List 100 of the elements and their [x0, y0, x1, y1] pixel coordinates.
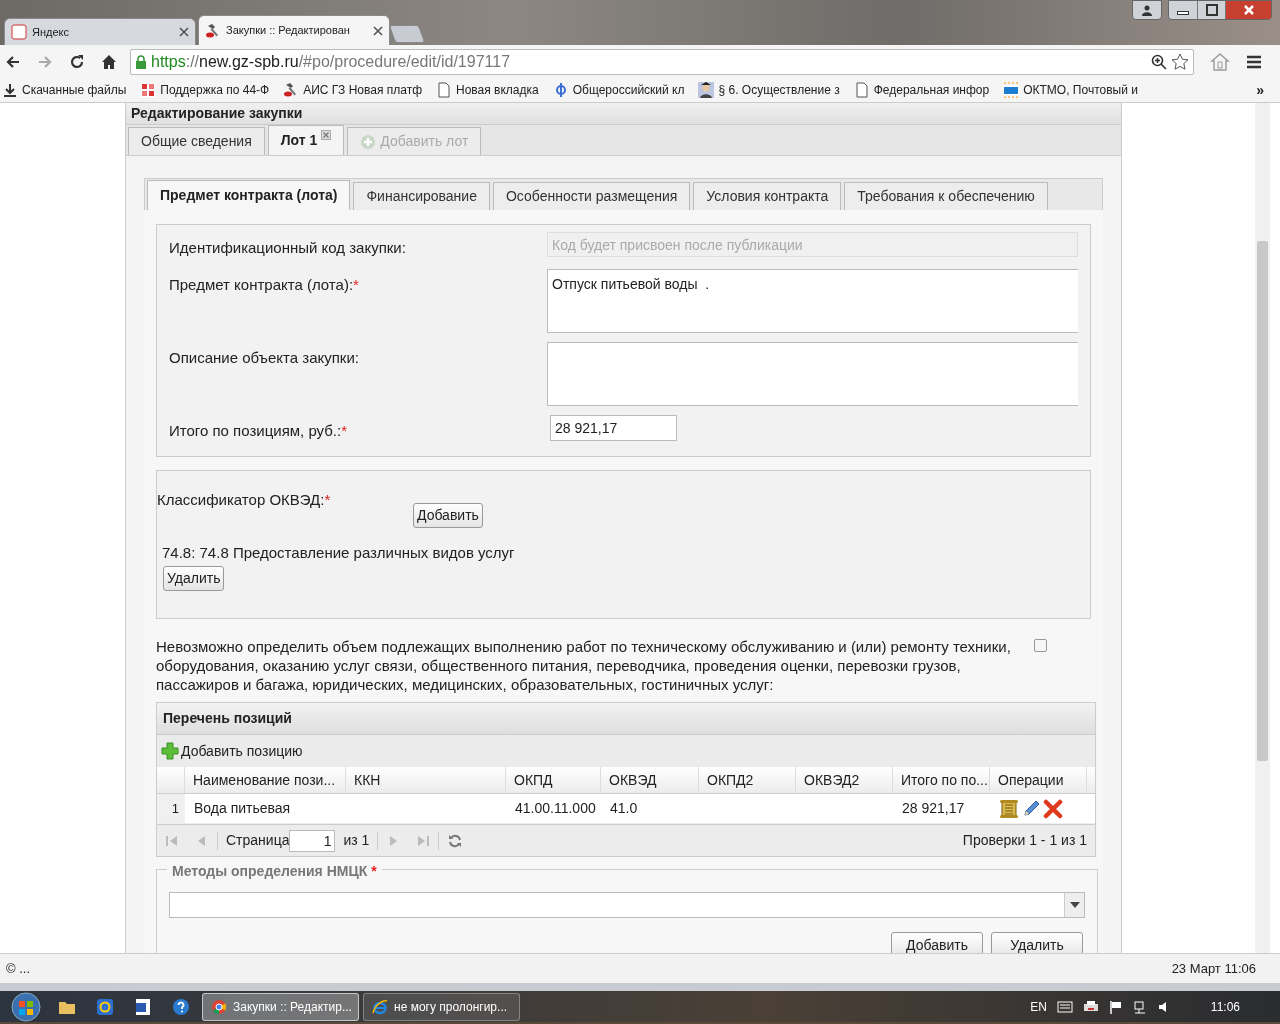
browser-tab[interactable]: Яндекс	[4, 18, 196, 45]
field-label: Итого по позициям, руб.:	[169, 420, 342, 441]
home-icon[interactable]	[101, 53, 117, 70]
page-number-field[interactable]: 1	[289, 829, 336, 852]
tab[interactable]: Особенности размещения	[492, 182, 691, 210]
network-icon[interactable]	[1132, 999, 1147, 1014]
dropdown-field[interactable]	[169, 892, 1085, 918]
browser-tab[interactable]: Закупки :: Редактирован	[198, 15, 390, 45]
keyboard-icon[interactable]	[1056, 999, 1073, 1014]
bookmark-item[interactable]: Поддержка по 44-Ф	[140, 81, 270, 99]
column-header[interactable]: Операции	[990, 767, 1087, 793]
tab[interactable]: Общие сведения	[128, 127, 265, 155]
printer-icon[interactable]	[1082, 999, 1099, 1014]
bookmark-item[interactable]: Общероссийский кл	[552, 81, 685, 99]
checkbox-label: Невозможно определить объем подлежащих выполнению работ по техническому обслуживанию и (или) ремонту техники, оборудования, оказанию услуг связи, общественного питания, переводчика, проведения оценки, перевозки грузов, пассажиров и багажа, юридических, медицинских, образовательных, гостиничных услуг:	[156, 637, 1012, 694]
browser-logo-icon	[211, 998, 227, 1015]
scrollbar[interactable]	[1255, 103, 1270, 953]
url-text: https://new.gz-spb.ru/#po/procedure/edit/id/197117	[151, 51, 512, 72]
classifier-item: 74.8: 74.8 Предоставление различных видов услуг	[162, 543, 516, 563]
back-icon[interactable]	[5, 53, 21, 70]
person-icon	[698, 82, 715, 98]
checkbox[interactable]	[1034, 639, 1047, 652]
required-mark: *	[324, 490, 331, 510]
minimize-button[interactable]	[1169, 1, 1197, 19]
column-header[interactable]: ОКВЭД	[601, 767, 699, 793]
page-label: Страница	[226, 831, 290, 850]
close-button[interactable]	[1225, 1, 1271, 19]
grid-title: Перечень позиций	[157, 703, 1095, 735]
close-icon[interactable]	[373, 25, 383, 36]
bookmark-item[interactable]: Новая вкладка	[436, 81, 539, 99]
tab[interactable]: Лот 1	[267, 125, 345, 155]
scroll-icon[interactable]	[999, 798, 1019, 819]
bookmark-item[interactable]: Скачанные файлы	[2, 81, 127, 99]
delete-button[interactable]: Удалить	[991, 932, 1083, 953]
menu-icon[interactable]	[1246, 53, 1262, 70]
maximize-icon	[1205, 4, 1218, 16]
dropdown-arrow-icon[interactable]	[1069, 902, 1080, 908]
tab[interactable]: Предмет контракта (лота)	[147, 180, 351, 210]
maximize-button[interactable]	[1197, 1, 1225, 19]
browser-logo-icon	[372, 998, 388, 1015]
download-icon	[2, 82, 18, 98]
delete-button[interactable]: Удалить	[163, 565, 225, 591]
reload-icon[interactable]	[69, 53, 85, 70]
zoom-icon[interactable]	[1151, 53, 1167, 70]
add-button[interactable]: Добавить	[891, 932, 983, 953]
close-icon[interactable]	[179, 27, 189, 37]
group-legend: Методы определения НМЦК	[172, 861, 368, 882]
taskbar-button[interactable]: не могу пролонгир...	[363, 992, 520, 1021]
text-area-field[interactable]: Отпуск питьевой воды .	[547, 268, 1078, 333]
column-header[interactable]: ККН	[346, 767, 506, 793]
add-button[interactable]: Добавить	[413, 503, 483, 528]
help-icon[interactable]	[172, 997, 190, 1016]
tab[interactable]: Требования к обеспечению	[844, 182, 1048, 210]
minimize-icon	[1177, 11, 1189, 15]
column-header[interactable]: ОКВЭД2	[796, 767, 893, 793]
required-mark: *	[341, 420, 347, 441]
refresh-icon[interactable]	[447, 832, 464, 849]
profile-button[interactable]	[1132, 0, 1162, 20]
input-field[interactable]: 28 921,17	[550, 414, 677, 441]
add-position-button[interactable]: Добавить позицию	[161, 740, 303, 762]
pager-summary: Проверки 1 - 1 из 1	[962, 831, 1087, 850]
lock-icon	[135, 54, 147, 69]
column-header[interactable]: ОКПД2	[699, 767, 796, 793]
status-date: 23 Март 11:06	[1171, 959, 1256, 978]
bookmark-item[interactable]: ОКТМО, Почтовый и	[1003, 81, 1138, 99]
delete-icon[interactable]	[1043, 798, 1063, 819]
required-mark: *	[371, 862, 377, 881]
tab[interactable]: Финансирование	[353, 182, 490, 210]
id-code-field[interactable]: Код будет присвоен после публикации	[547, 232, 1078, 257]
bookmark-item[interactable]: § 6. Осуществление з	[698, 81, 840, 99]
column-header[interactable]: Итого по по...	[893, 767, 990, 793]
more-bookmarks-button[interactable]: »	[1256, 79, 1264, 101]
grid-logo-icon	[140, 82, 157, 98]
bookmark-item[interactable]: Федеральная инфор	[853, 81, 990, 99]
clock[interactable]: 11:06	[1210, 997, 1240, 1016]
new-tab-button[interactable]	[388, 25, 426, 43]
at-sign-icon[interactable]	[96, 997, 114, 1016]
close-icon[interactable]	[321, 130, 332, 140]
bookmark-item[interactable]: АИС ГЗ Новая платф	[283, 81, 422, 99]
flag-icon[interactable]	[1108, 999, 1123, 1014]
tab[interactable]: Условия контракта	[693, 182, 842, 210]
required-mark: *	[353, 274, 359, 295]
code-logo-icon	[1003, 82, 1020, 98]
document-icon[interactable]	[134, 997, 152, 1016]
field-label: Описание объекта закупки:	[169, 347, 359, 368]
row-number: 1	[157, 794, 185, 823]
language-indicator[interactable]: EN	[1030, 997, 1047, 1016]
taskbar-button[interactable]: Закупки :: Редактир...	[202, 992, 359, 1021]
field-label: Предмет контракта (лота):	[169, 274, 354, 295]
text-area-field[interactable]	[547, 341, 1078, 406]
plus-icon	[161, 742, 179, 760]
table-cell-text: 41.0	[610, 799, 638, 818]
page-count: из 1	[343, 831, 370, 850]
star-icon[interactable]	[1171, 52, 1189, 71]
address-bar[interactable]: https://new.gz-spb.ru/#po/procedure/edit/id/197117	[130, 48, 1194, 75]
column-header[interactable]: Наименование пози...	[185, 767, 346, 793]
column-header[interactable]: ОКПД	[506, 767, 601, 793]
panel-title: Редактирование закупки	[126, 103, 1121, 125]
pencil-icon[interactable]	[1021, 798, 1041, 819]
table-cell-text: 28 921,17	[902, 799, 965, 818]
